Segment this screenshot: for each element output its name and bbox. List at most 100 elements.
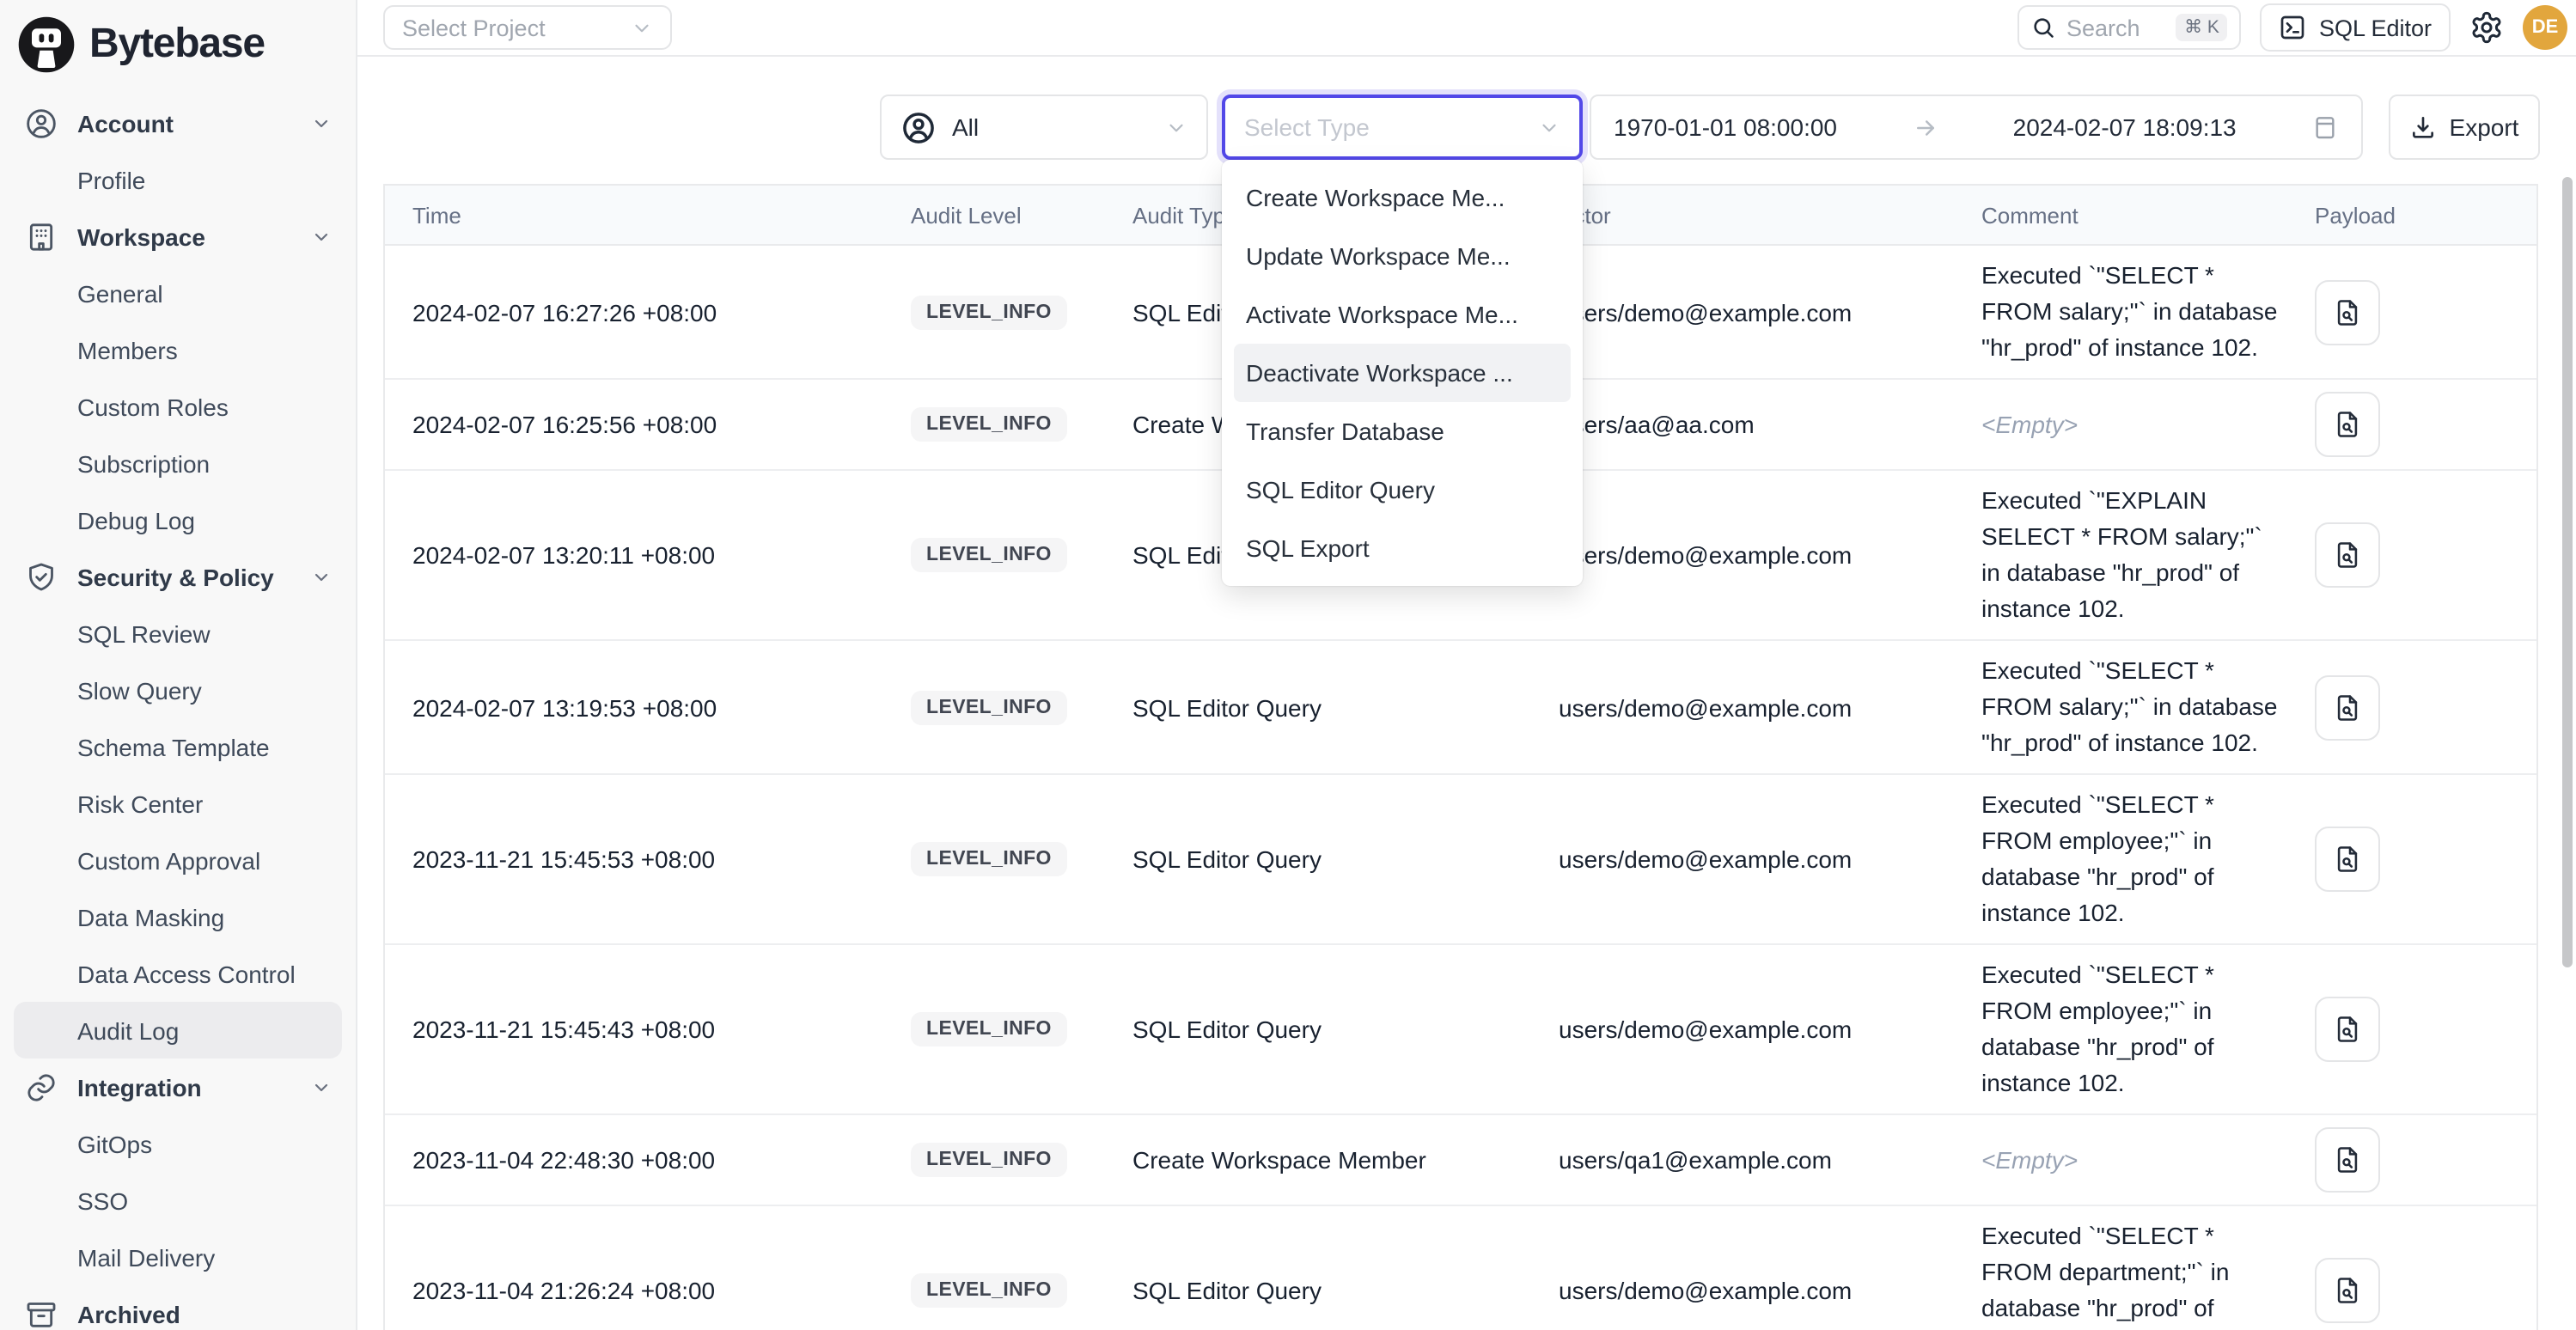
bytebase-logo-icon xyxy=(17,15,76,74)
sidebar-item-mail-delivery[interactable]: Mail Delivery xyxy=(14,1229,342,1285)
sidebar-item-risk-center[interactable]: Risk Center xyxy=(14,775,342,832)
cell-comment: Executed `"SELECT * FROM salary;"` in da… xyxy=(1981,258,2315,366)
actor-filter-select[interactable]: All xyxy=(880,95,1208,160)
cell-comment: <Empty> xyxy=(1981,1142,2315,1178)
menu-item-update-workspace-me[interactable]: Update Workspace Me... xyxy=(1222,227,1583,285)
sidebar-item-label: Slow Query xyxy=(77,676,202,704)
export-button[interactable]: Export xyxy=(2389,95,2540,160)
file-search-icon xyxy=(2332,296,2363,327)
actor-filter-value: All xyxy=(952,113,979,141)
sql-editor-button[interactable]: SQL Editor xyxy=(2261,3,2451,52)
sidebar-item-label: SSO xyxy=(77,1187,128,1214)
file-search-icon xyxy=(2332,540,2363,570)
shield-check-icon xyxy=(24,559,58,594)
sidebar-item-label: Profile xyxy=(77,166,145,193)
date-range-start: 1970-01-01 08:00:00 xyxy=(1614,113,1837,141)
sidebar-item-subscription[interactable]: Subscription xyxy=(14,435,342,491)
cell-time: 2023-11-21 15:45:53 +08:00 xyxy=(385,845,911,873)
sidebar-item-data-masking[interactable]: Data Masking xyxy=(14,888,342,945)
sidebar-item-gitops[interactable]: GitOps xyxy=(14,1115,342,1172)
building-icon xyxy=(24,219,58,253)
type-filter-placeholder: Select Type xyxy=(1244,113,1370,141)
brand-logo[interactable]: Bytebase xyxy=(0,0,356,84)
sidebar-item-security-policy[interactable]: Security & Policy xyxy=(14,548,342,605)
cell-audit-type: Create Workspace Member xyxy=(1132,1146,1559,1174)
file-search-icon xyxy=(2332,692,2363,723)
search-icon xyxy=(2032,15,2056,40)
sidebar-item-account[interactable]: Account xyxy=(14,95,342,151)
sidebar-item-schema-template[interactable]: Schema Template xyxy=(14,718,342,775)
type-filter-dropdown-menu: Create Workspace Me...Update Workspace M… xyxy=(1222,160,1583,586)
cell-time: 2023-11-21 15:45:43 +08:00 xyxy=(385,1016,911,1043)
cell-audit-type: SQL Editor Query xyxy=(1132,1016,1559,1043)
payload-view-button[interactable] xyxy=(2315,674,2380,740)
cell-actor: users/demo@example.com xyxy=(1559,541,1981,569)
sidebar-item-audit-log[interactable]: Audit Log xyxy=(14,1002,342,1059)
payload-view-button[interactable] xyxy=(2315,392,2380,457)
date-range-picker[interactable]: 1970-01-01 08:00:00 2024-02-07 18:09:13 xyxy=(1590,95,2363,160)
menu-item-create-workspace-me[interactable]: Create Workspace Me... xyxy=(1222,168,1583,227)
payload-view-button[interactable] xyxy=(2315,279,2380,345)
cell-audit-type: SQL Editor Query xyxy=(1132,1277,1559,1304)
user-circle-icon xyxy=(900,109,937,145)
sidebar-item-sso[interactable]: SSO xyxy=(14,1172,342,1229)
date-range-end: 2024-02-07 18:09:13 xyxy=(2013,113,2237,141)
sidebar-item-debug-log[interactable]: Debug Log xyxy=(14,491,342,548)
project-select-label: Select Project xyxy=(402,15,546,40)
sidebar-item-custom-approval[interactable]: Custom Approval xyxy=(14,832,342,888)
terminal-icon xyxy=(2280,14,2307,41)
column-header-actor: Actor xyxy=(1559,202,1981,228)
sidebar-item-sql-review[interactable]: SQL Review xyxy=(14,605,342,662)
payload-view-button[interactable] xyxy=(2315,522,2380,588)
sidebar-item-custom-roles[interactable]: Custom Roles xyxy=(14,378,342,435)
chevron-down-icon xyxy=(311,566,332,587)
cell-comment: <Empty> xyxy=(1981,406,2315,442)
sidebar-item-label: GitOps xyxy=(77,1130,152,1157)
cell-payload xyxy=(2315,674,2536,740)
cell-comment: Executed `"EXPLAIN SELECT * FROM salary;… xyxy=(1981,483,2315,627)
chevron-down-icon xyxy=(311,1077,332,1097)
menu-item-deactivate-workspace[interactable]: Deactivate Workspace ... xyxy=(1234,344,1571,402)
cell-payload xyxy=(2315,1258,2536,1323)
sidebar-item-slow-query[interactable]: Slow Query xyxy=(14,662,342,718)
level-badge: LEVEL_INFO xyxy=(911,407,1067,442)
payload-view-button[interactable] xyxy=(2315,827,2380,892)
cell-actor: users/demo@example.com xyxy=(1559,1277,1981,1304)
cell-comment: Executed `"SELECT * FROM employee;"` in … xyxy=(1981,957,2315,1101)
archive-icon xyxy=(24,1296,58,1330)
sidebar-nav: Account Profile Workspace General Member… xyxy=(0,95,356,1330)
sidebar-item-data-access-control[interactable]: Data Access Control xyxy=(14,945,342,1002)
cell-audit-level: LEVEL_INFO xyxy=(911,1143,1132,1177)
payload-view-button[interactable] xyxy=(2315,1258,2380,1323)
search-placeholder: Search xyxy=(2066,15,2140,40)
sidebar-item-profile[interactable]: Profile xyxy=(14,151,342,208)
cell-time: 2023-11-04 21:26:24 +08:00 xyxy=(385,1277,911,1304)
sidebar-item-archived[interactable]: Archived xyxy=(14,1285,342,1330)
cell-actor: users/demo@example.com xyxy=(1559,1016,1981,1043)
menu-item-sql-editor-query[interactable]: SQL Editor Query xyxy=(1222,461,1583,519)
payload-view-button[interactable] xyxy=(2315,1127,2380,1193)
level-badge: LEVEL_INFO xyxy=(911,1143,1067,1177)
vertical-scrollbar-thumb[interactable] xyxy=(2562,177,2573,967)
search-shortcut-badge: ⌘ K xyxy=(2176,14,2228,41)
type-filter-select[interactable]: Select Type xyxy=(1222,95,1583,160)
menu-item-transfer-database[interactable]: Transfer Database xyxy=(1222,402,1583,461)
sidebar-item-label: Audit Log xyxy=(77,1016,179,1044)
user-avatar[interactable]: DE xyxy=(2523,5,2567,50)
project-select[interactable]: Select Project xyxy=(383,5,672,50)
cell-payload xyxy=(2315,522,2536,588)
sidebar-item-members[interactable]: Members xyxy=(14,321,342,378)
settings-gear-icon[interactable] xyxy=(2469,10,2504,45)
sidebar-item-general[interactable]: General xyxy=(14,265,342,321)
column-header-time: Time xyxy=(385,202,911,228)
sidebar-item-integration[interactable]: Integration xyxy=(14,1059,342,1115)
level-badge: LEVEL_INFO xyxy=(911,1273,1067,1308)
sidebar-item-workspace[interactable]: Workspace xyxy=(14,208,342,265)
chevron-down-icon xyxy=(1538,116,1560,138)
payload-view-button[interactable] xyxy=(2315,997,2380,1062)
search-input[interactable]: Search ⌘ K xyxy=(2018,5,2242,50)
sidebar-item-label: Archived xyxy=(77,1300,180,1327)
table-row: 2023-11-21 15:45:53 +08:00 LEVEL_INFO SQ… xyxy=(385,775,2536,945)
menu-item-activate-workspace-me[interactable]: Activate Workspace Me... xyxy=(1222,285,1583,344)
menu-item-sql-export[interactable]: SQL Export xyxy=(1222,519,1583,577)
